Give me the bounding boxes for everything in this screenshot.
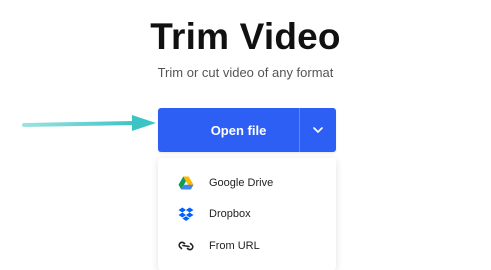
dropbox-icon [178,206,194,222]
menu-item-from-url[interactable]: From URL [158,231,336,261]
menu-item-google-drive[interactable]: Google Drive [158,168,336,198]
menu-item-label: From URL [209,240,260,252]
open-file-button[interactable]: Open file [158,108,299,152]
open-source-dropdown: Google Drive Dropbox From URL [158,158,336,270]
pointer-arrow-icon [22,115,156,131]
page-title: Trim Video [150,16,341,57]
open-options-dropdown-button[interactable] [300,108,336,152]
page-subtitle: Trim or cut video of any format [157,65,334,80]
chevron-down-icon [313,127,323,133]
page: Trim Video Trim or cut video of any form… [0,0,491,270]
menu-item-dropbox[interactable]: Dropbox [158,199,336,229]
link-icon [178,238,194,254]
menu-item-label: Dropbox [209,208,251,220]
open-file-split-button: Open file [158,108,336,152]
google-drive-icon [178,175,194,191]
menu-item-label: Google Drive [209,177,274,189]
